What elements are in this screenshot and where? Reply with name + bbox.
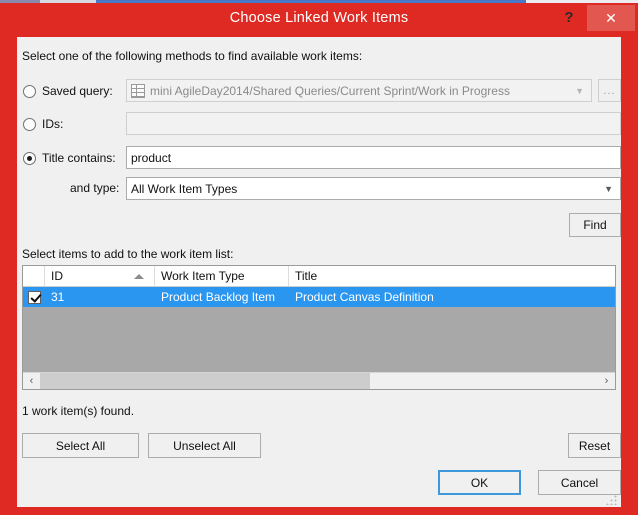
- radio-saved-query-label: Saved query:: [42, 84, 113, 98]
- radio-ids-label: IDs:: [42, 117, 64, 131]
- ids-input[interactable]: [131, 116, 616, 131]
- ok-button[interactable]: OK: [438, 470, 521, 495]
- list-instruction-label: Select items to add to the work item lis…: [22, 247, 234, 261]
- row-select-checkbox[interactable]: [27, 290, 41, 304]
- radio-ids-indicator: [23, 117, 36, 131]
- ids-input-wrapper[interactable]: [126, 112, 621, 135]
- find-button-label: Find: [583, 218, 607, 232]
- reset-label: Reset: [578, 438, 611, 453]
- grid-header-id[interactable]: ID: [45, 266, 155, 286]
- saved-query-browse-label: ...: [603, 84, 616, 97]
- grid-header-title[interactable]: Title: [289, 266, 615, 286]
- row-title-cell: Product Canvas Definition: [295, 290, 434, 304]
- title-bar[interactable]: Choose Linked Work Items ? ✕: [0, 3, 638, 37]
- work-items-grid[interactable]: ID Work Item Type Title 31 Product Backl…: [22, 265, 616, 390]
- unselect-all-button[interactable]: Unselect All: [148, 433, 261, 458]
- select-all-label: Select All: [55, 438, 106, 453]
- row-id-cell: 31: [51, 290, 65, 304]
- scroll-left-arrow-icon[interactable]: ‹: [23, 373, 40, 390]
- resize-grip[interactable]: [606, 493, 618, 505]
- radio-title-contains-indicator: [23, 151, 36, 165]
- status-found-text: 1 work item(s) found.: [22, 404, 135, 418]
- sort-ascending-icon: [134, 273, 144, 279]
- dialog-client-area: Select one of the following methods to f…: [17, 37, 621, 507]
- radio-ids[interactable]: IDs:: [23, 114, 63, 134]
- grid-hscroll-track[interactable]: [40, 372, 598, 389]
- title-contains-input-wrapper[interactable]: [126, 146, 621, 169]
- table-row[interactable]: 31 Product Backlog Item Product Canvas D…: [23, 287, 615, 307]
- cancel-button[interactable]: Cancel: [538, 470, 621, 495]
- work-item-type-combobox[interactable]: All Work Item Types ▼: [126, 177, 621, 200]
- grid-hscroll-thumb[interactable]: [40, 372, 370, 389]
- ok-label: OK: [470, 475, 489, 490]
- close-icon[interactable]: ✕: [587, 5, 635, 31]
- and-type-label: and type:: [70, 181, 120, 195]
- methods-instruction-label: Select one of the following methods to f…: [22, 49, 363, 63]
- unselect-all-label: Unselect All: [173, 438, 236, 453]
- saved-query-combobox[interactable]: mini AgileDay2014/Shared Queries/Current…: [126, 79, 592, 102]
- grid-header-title-label: Title: [295, 269, 318, 283]
- grid-horizontal-scrollbar[interactable]: ‹ ›: [23, 372, 615, 389]
- radio-saved-query-indicator: [23, 84, 36, 98]
- row-work-item-type-cell: Product Backlog Item: [161, 290, 276, 304]
- grid-header-work-item-type-label: Work Item Type: [161, 269, 245, 283]
- radio-saved-query[interactable]: Saved query:: [23, 81, 113, 101]
- help-icon[interactable]: ?: [558, 5, 580, 31]
- find-button[interactable]: Find: [569, 213, 621, 237]
- work-item-type-value: All Work Item Types: [131, 181, 238, 196]
- grid-header-checkbox-col: [23, 266, 45, 286]
- radio-title-contains-label: Title contains:: [42, 151, 116, 165]
- reset-button[interactable]: Reset: [568, 433, 621, 458]
- query-grid-icon: [131, 83, 145, 98]
- title-contains-input[interactable]: [131, 150, 616, 165]
- cancel-label: Cancel: [560, 475, 599, 490]
- grid-header-work-item-type[interactable]: Work Item Type: [155, 266, 289, 286]
- dialog-title: Choose Linked Work Items: [229, 10, 409, 26]
- grid-header-row: ID Work Item Type Title: [23, 266, 615, 287]
- saved-query-value: mini AgileDay2014/Shared Queries/Current…: [150, 83, 510, 98]
- chevron-down-icon: ▼: [604, 183, 613, 194]
- scroll-right-arrow-icon[interactable]: ›: [598, 373, 615, 390]
- choose-linked-work-items-dialog: Choose Linked Work Items ? ✕ Select one …: [0, 3, 638, 515]
- saved-query-browse-button[interactable]: ...: [598, 79, 621, 102]
- row-select-checkbox-cell[interactable]: [23, 290, 45, 304]
- select-all-button[interactable]: Select All: [22, 433, 139, 458]
- radio-title-contains[interactable]: Title contains:: [23, 148, 116, 168]
- chevron-down-icon: ▼: [575, 85, 584, 96]
- grid-header-id-label: ID: [51, 269, 63, 283]
